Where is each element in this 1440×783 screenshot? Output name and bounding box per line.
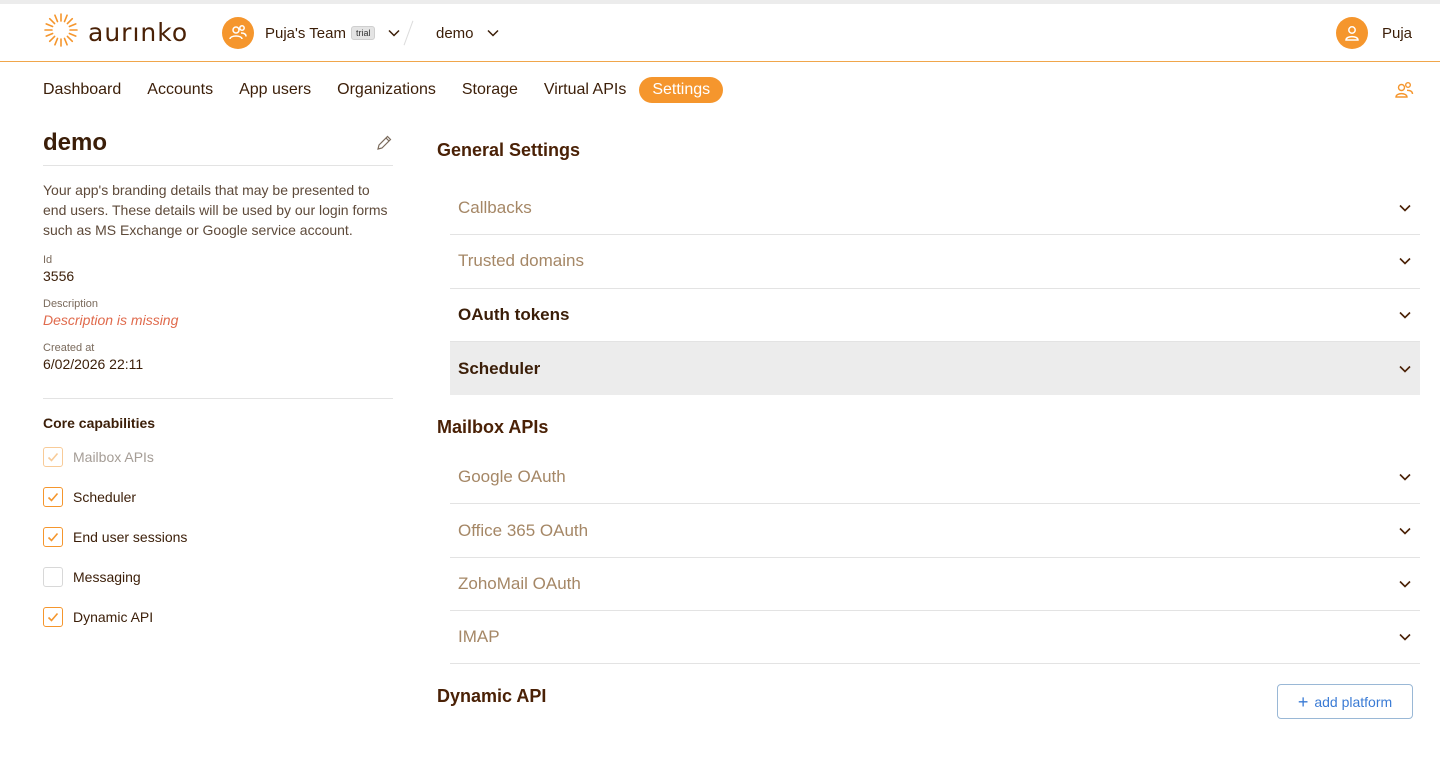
people-icon[interactable] — [1394, 80, 1414, 105]
trial-badge: trial — [350, 26, 376, 40]
nav-item-organizations[interactable]: Organizations — [324, 77, 449, 103]
app-header: aurınko Puja's Team trial demo Puja — [0, 4, 1440, 62]
chevron-down-icon — [1398, 577, 1412, 591]
add-platform-button[interactable]: + add platform — [1277, 684, 1413, 719]
accordion-label: Office 365 OAuth — [458, 520, 589, 540]
chevron-down-icon — [1398, 362, 1412, 376]
accordion-label: ZohoMail OAuth — [458, 573, 581, 593]
accordion-label: Google OAuth — [458, 467, 566, 487]
id-value: 3556 — [43, 268, 75, 284]
chevron-down-icon — [1398, 308, 1412, 322]
user-icon — [1335, 17, 1368, 49]
core-capabilities-list: Mailbox APIs Scheduler End user sessions… — [43, 445, 393, 629]
logo[interactable]: aurınko — [42, 12, 189, 50]
breadcrumb-separator — [403, 20, 414, 46]
divider — [43, 398, 393, 399]
accordion-zohomail-oauth[interactable]: ZohoMail OAuth — [450, 558, 1420, 612]
nav-item-app-users[interactable]: App users — [226, 77, 324, 103]
nav-item-virtual-apis[interactable]: Virtual APIs — [531, 77, 639, 103]
chevron-down-icon — [1398, 470, 1412, 484]
team-people-icon — [222, 17, 254, 49]
accordion-google-oauth[interactable]: Google OAuth — [450, 451, 1420, 505]
created-label: Created at — [43, 342, 95, 354]
user-menu[interactable]: Puja — [1335, 17, 1412, 49]
settings-panel: General Settings Callbacks Trusted domai… — [437, 140, 1420, 719]
capability-label: Mailbox APIs — [73, 449, 154, 465]
branding-description: Your app's branding details that may be … — [43, 182, 388, 238]
team-name: Puja's Team — [265, 24, 346, 42]
capability-scheduler[interactable]: Scheduler — [43, 485, 393, 509]
checkbox-dynamic-api[interactable] — [43, 607, 63, 627]
nav-item-dashboard[interactable]: Dashboard — [30, 77, 134, 103]
accordion-oauth-tokens[interactable]: OAuth tokens — [450, 289, 1420, 342]
logo-sunburst-icon — [42, 11, 80, 54]
nav-item-accounts[interactable]: Accounts — [134, 77, 226, 103]
mailbox-apis-title: Mailbox APIs — [437, 417, 549, 438]
pencil-edit-icon[interactable] — [375, 134, 393, 152]
capability-mailbox-apis: Mailbox APIs — [43, 445, 393, 469]
capability-dynamic-api[interactable]: Dynamic API — [43, 605, 393, 629]
team-selector[interactable]: Puja's Team trial — [222, 17, 401, 49]
dynamic-api-title: Dynamic API — [437, 686, 547, 707]
accordion-label: IMAP — [458, 627, 500, 647]
app-title: demo — [43, 128, 108, 156]
mailbox-apis-list: Google OAuth Office 365 OAuth ZohoMail O… — [450, 451, 1420, 665]
plus-icon: + — [1297, 691, 1309, 712]
chevron-down-icon — [1398, 524, 1412, 538]
accordion-label: Scheduler — [458, 358, 541, 378]
chevron-down-icon — [1398, 254, 1412, 268]
description-label: Description — [43, 298, 99, 310]
chevron-down-icon — [387, 26, 401, 40]
core-capabilities-title: Core capabilities — [43, 415, 156, 431]
id-label: Id — [43, 254, 53, 266]
add-platform-label: add platform — [1314, 693, 1393, 710]
general-settings-list: Callbacks Trusted domains OAuth tokens S… — [450, 182, 1420, 396]
description-value[interactable]: Description is missing — [43, 312, 393, 328]
accordion-trusted-domains[interactable]: Trusted domains — [450, 235, 1420, 289]
user-name: Puja — [1381, 24, 1412, 42]
accordion-label: OAuth tokens — [458, 304, 570, 324]
app-details-panel: demo Your app's branding details that ma… — [43, 128, 393, 629]
capability-end-user-sessions[interactable]: End user sessions — [43, 525, 393, 549]
accordion-callbacks[interactable]: Callbacks — [450, 182, 1420, 236]
capability-label: End user sessions — [73, 529, 188, 545]
logo-text: aurınko — [88, 17, 189, 47]
accordion-office365-oauth[interactable]: Office 365 OAuth — [450, 504, 1420, 558]
checkbox-end-user-sessions[interactable] — [43, 527, 63, 547]
chevron-down-icon — [1398, 630, 1412, 644]
accordion-label: Trusted domains — [458, 251, 584, 271]
accordion-label: Callbacks — [458, 198, 532, 218]
checkbox-messaging[interactable] — [43, 567, 63, 587]
app-selector[interactable]: demo — [436, 17, 500, 49]
capability-label: Messaging — [73, 569, 141, 585]
created-value: 6/02/2026 22:11 — [43, 356, 144, 372]
accordion-imap[interactable]: IMAP — [450, 611, 1420, 665]
checkbox-mailbox-apis — [43, 447, 63, 467]
app-selector-name: demo — [436, 24, 474, 42]
capability-label: Dynamic API — [73, 609, 154, 625]
chevron-down-icon — [486, 26, 500, 40]
capability-messaging[interactable]: Messaging — [43, 565, 393, 589]
checkbox-scheduler[interactable] — [43, 487, 63, 507]
nav-item-storage[interactable]: Storage — [449, 77, 531, 103]
accordion-scheduler[interactable]: Scheduler — [450, 341, 1420, 396]
capability-label: Scheduler — [73, 489, 137, 505]
nav-item-settings[interactable]: Settings — [639, 77, 724, 103]
chevron-down-icon — [1398, 201, 1412, 215]
general-settings-title: General Settings — [437, 140, 581, 160]
app-title-row: demo — [43, 128, 393, 166]
main-nav: Dashboard Accounts App users Organizatio… — [30, 76, 724, 104]
